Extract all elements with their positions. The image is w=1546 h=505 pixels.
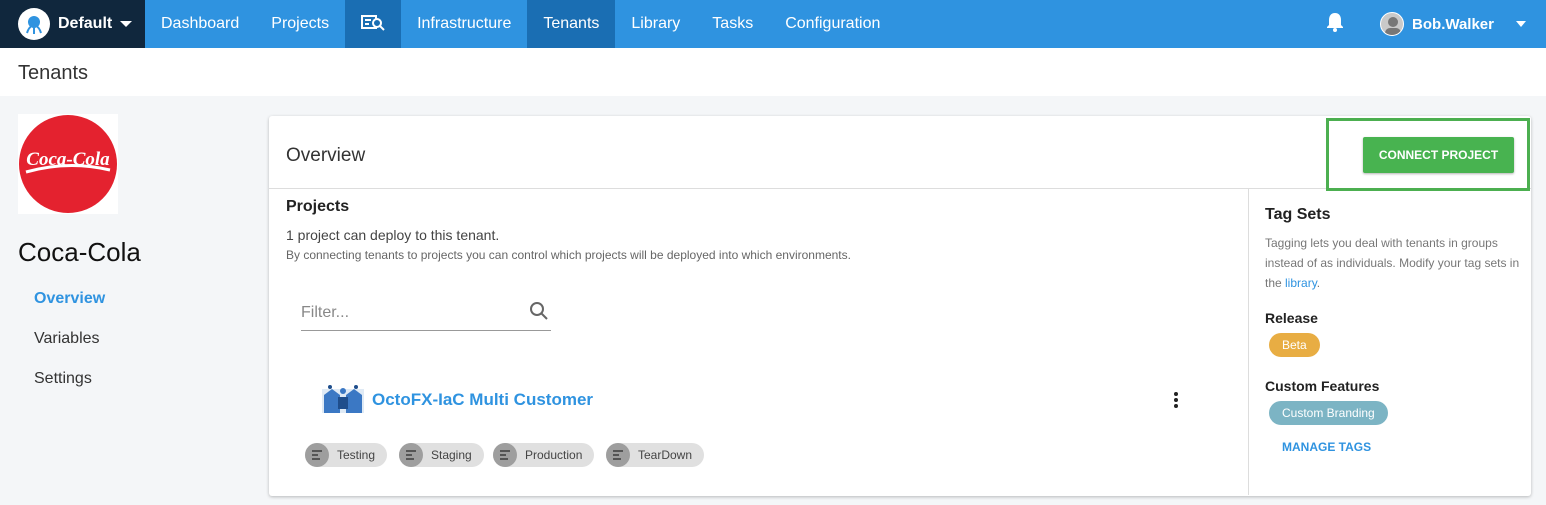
nav-configuration[interactable]: Configuration	[769, 0, 896, 48]
nav-right: Bob.Walker	[1326, 0, 1546, 48]
projects-heading: Projects	[286, 198, 350, 215]
env-chip-testing[interactable]: Testing	[305, 443, 388, 467]
tagsets-help-suffix: .	[1316, 276, 1321, 290]
nav-label: Tenants	[543, 15, 600, 32]
search-icon[interactable]	[529, 301, 549, 326]
manage-tags-link[interactable]: MANAGE TAGS	[1282, 440, 1371, 454]
chevron-down-icon	[1516, 21, 1526, 27]
tag-chip-custom-branding: Custom Branding	[1269, 401, 1388, 425]
tag-group-release: Release	[1265, 310, 1318, 326]
environment-icon	[606, 443, 630, 467]
tenant-logo: Coca-Cola	[18, 114, 118, 214]
tagsets-heading: Tag Sets	[1265, 206, 1331, 223]
nav-library[interactable]: Library	[615, 0, 696, 48]
nav-label: Library	[631, 15, 681, 32]
env-label: TearDown	[638, 448, 693, 462]
nav-dashboard[interactable]: Dashboard	[145, 0, 255, 48]
tagsets-help: Tagging lets you deal with tenants in gr…	[1265, 233, 1525, 293]
tag-chip-beta: Beta	[1269, 333, 1320, 357]
sidebar-item-overview[interactable]: Overview	[34, 290, 105, 308]
tag-group-custom-features: Custom Features	[1265, 378, 1380, 394]
environment-icon	[399, 443, 423, 467]
env-label: Staging	[431, 448, 472, 462]
tenant-name: Coca-Cola	[18, 237, 141, 267]
nav-tasks[interactable]: Tasks	[696, 0, 769, 48]
tenant-logo-text: Coca-Cola	[26, 149, 110, 170]
nav-search[interactable]	[345, 0, 402, 48]
space-switcher[interactable]: Default	[0, 0, 145, 48]
nav-label: Configuration	[785, 15, 881, 32]
env-chip-teardown[interactable]: TearDown	[606, 443, 705, 467]
sidebar-item-settings[interactable]: Settings	[34, 370, 92, 388]
env-chip-production[interactable]: Production	[493, 443, 595, 467]
projects-count: 1 project can deploy to this tenant.	[286, 227, 500, 243]
nav-label: Infrastructure	[417, 15, 512, 32]
environment-icon	[305, 443, 329, 467]
nav-infrastructure[interactable]: Infrastructure	[401, 0, 527, 48]
environment-icon	[493, 443, 517, 467]
bell-icon[interactable]	[1326, 12, 1344, 37]
user-menu[interactable]: Bob.Walker	[1380, 12, 1526, 36]
search-icon	[361, 13, 385, 36]
divider	[1248, 189, 1249, 495]
more-vert-icon[interactable]	[1168, 390, 1184, 410]
filter-input[interactable]	[301, 302, 521, 324]
page-header: Tenants	[0, 48, 1546, 96]
env-chip-staging[interactable]: Staging	[399, 443, 484, 467]
nav-label: Dashboard	[161, 15, 240, 32]
space-name: Default	[58, 15, 113, 32]
project-logo-icon	[320, 383, 366, 415]
card-title: Overview	[286, 145, 366, 166]
user-name: Bob.Walker	[1412, 15, 1494, 33]
filter-field	[301, 296, 551, 331]
nav-label: Tasks	[712, 15, 754, 32]
nav-tenants[interactable]: Tenants	[527, 0, 616, 48]
nav-projects[interactable]: Projects	[255, 0, 345, 48]
connect-project-button[interactable]: CONNECT PROJECT	[1363, 137, 1514, 173]
nav-label: Projects	[271, 15, 330, 32]
top-nav: Default Dashboard Projects Infrastructur…	[0, 0, 1546, 48]
env-label: Production	[525, 448, 583, 462]
avatar	[1380, 12, 1405, 36]
page-title: Tenants	[18, 62, 89, 84]
octopus-logo-icon	[18, 8, 50, 40]
library-link[interactable]: library	[1285, 276, 1317, 290]
env-label: Testing	[337, 448, 376, 462]
project-link[interactable]: OctoFX-IaC Multi Customer	[372, 390, 593, 410]
chevron-down-icon	[120, 21, 133, 27]
sidebar-item-variables[interactable]: Variables	[34, 330, 100, 348]
projects-help: By connecting tenants to projects you ca…	[286, 248, 851, 262]
